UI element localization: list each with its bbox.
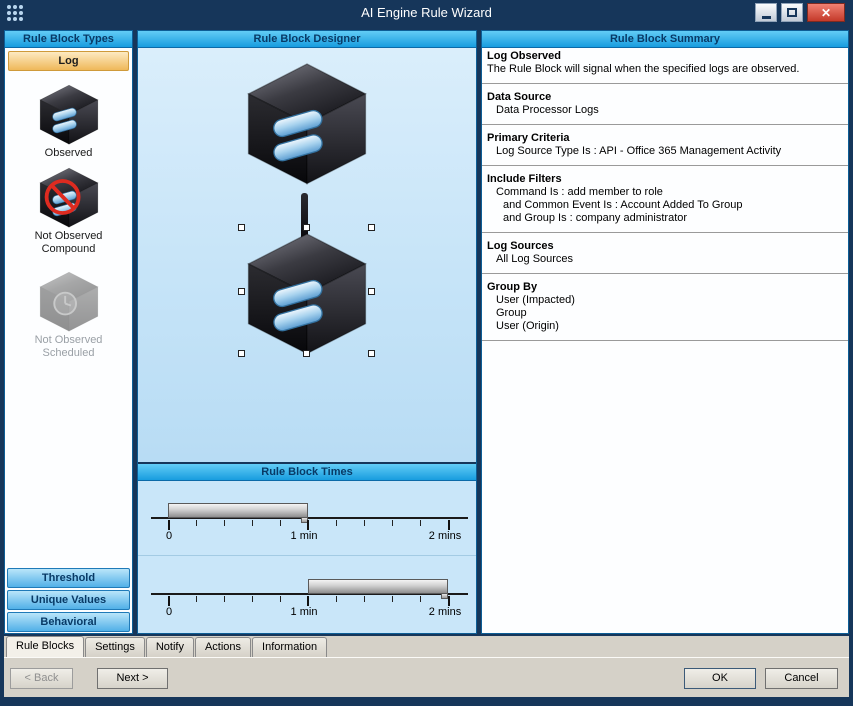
not-observed-compound-icon [37, 166, 101, 228]
rule-block-types-header: Rule Block Types [5, 31, 132, 48]
section-line: Data Processor Logs [482, 104, 848, 117]
selection-handle[interactable] [368, 288, 375, 295]
tick-label: 1 min [291, 606, 318, 618]
close-icon: ✕ [821, 6, 831, 20]
section-line: and Common Event Is : Account Added To G… [482, 199, 848, 212]
tab-notify[interactable]: Notify [146, 637, 194, 657]
slider-divider [138, 555, 476, 556]
rule-block-cube[interactable] [242, 60, 372, 185]
selection-handle[interactable] [368, 350, 375, 357]
selection-handle[interactable] [303, 350, 310, 357]
threshold-button[interactable]: Threshold [7, 568, 130, 588]
tab-underline [4, 657, 849, 658]
selection-handle[interactable] [303, 224, 310, 231]
selected-rule-block-cube[interactable] [242, 230, 372, 355]
tick-major [448, 596, 450, 606]
type-label: Not Observed Scheduled [26, 334, 112, 360]
back-button[interactable]: < Back [10, 668, 73, 689]
section-line: The Rule Block will signal when the spec… [482, 63, 848, 76]
tick-major [448, 520, 450, 530]
tick-label: 0 [166, 606, 172, 618]
section-divider [482, 273, 848, 274]
section-line: and Group Is : company administrator [482, 212, 848, 225]
section-divider [482, 83, 848, 84]
section-line: User (Impacted) [482, 294, 848, 307]
minimize-button[interactable] [755, 3, 777, 22]
observed-cube-icon [37, 83, 101, 145]
minimize-icon [762, 16, 771, 19]
section-divider [482, 340, 848, 341]
rule-block-times-header: Rule Block Times [138, 464, 476, 481]
section-title: Log Sources [482, 240, 848, 253]
type-label: Observed [26, 147, 112, 160]
footer: Rule Blocks Settings Notify Actions Info… [4, 636, 849, 697]
section-divider [482, 232, 848, 233]
rule-block-summary-header: Rule Block Summary [482, 31, 848, 48]
tick-marks [168, 520, 450, 526]
tick-marks [168, 596, 450, 602]
unique-values-button[interactable]: Unique Values [7, 590, 130, 610]
ai-engine-rule-wizard-window: AI Engine Rule Wizard ✕ Rule Block Types… [0, 0, 853, 706]
tab-settings[interactable]: Settings [85, 637, 145, 657]
rule-block-summary-body: Log Observed The Rule Block will signal … [482, 48, 848, 341]
maximize-icon [787, 8, 797, 17]
type-item-not-observed-compound[interactable]: Not Observed Compound [5, 166, 132, 256]
section-line: All Log Sources [482, 253, 848, 266]
behavioral-button[interactable]: Behavioral [7, 612, 130, 632]
selection-handle[interactable] [238, 224, 245, 231]
tab-actions[interactable]: Actions [195, 637, 251, 657]
tick-label: 1 min [291, 530, 318, 542]
section-divider [482, 124, 848, 125]
tick-label: 2 mins [429, 606, 461, 618]
designer-canvas[interactable] [138, 48, 476, 462]
rule-block-designer-panel: Rule Block Designer [137, 30, 477, 634]
section-title: Group By [482, 281, 848, 294]
tick-major [307, 596, 309, 606]
cancel-button[interactable]: Cancel [765, 668, 838, 689]
tick-major [168, 596, 170, 606]
ok-button[interactable]: OK [684, 668, 756, 689]
type-item-observed[interactable]: Observed [5, 83, 132, 160]
rule-block-summary-panel: Rule Block Summary Log Observed The Rule… [481, 30, 849, 634]
log-type-button[interactable]: Log [8, 51, 129, 71]
section-title: Primary Criteria [482, 132, 848, 145]
tick-major [168, 520, 170, 530]
rule-block-times-panel: 0 1 min 2 mins 0 1 min 2 mins [138, 481, 476, 633]
type-label: Not Observed Compound [26, 230, 112, 256]
tab-rule-blocks[interactable]: Rule Blocks [6, 636, 84, 657]
titlebar[interactable]: AI Engine Rule Wizard ✕ [0, 0, 853, 26]
next-button[interactable]: Next > [97, 668, 168, 689]
tick-label: 0 [166, 530, 172, 542]
section-line: User (Origin) [482, 320, 848, 333]
selection-handle[interactable] [238, 288, 245, 295]
window-title: AI Engine Rule Wizard [0, 5, 853, 20]
window-controls: ✕ [755, 3, 845, 22]
time-slider-range-bar[interactable] [308, 579, 448, 594]
tab-information[interactable]: Information [252, 637, 327, 657]
close-button[interactable]: ✕ [807, 3, 845, 22]
selection-handle[interactable] [238, 350, 245, 357]
section-line: Group [482, 307, 848, 320]
section-line: Command Is : add member to role [482, 186, 848, 199]
section-divider [482, 165, 848, 166]
tick-major [307, 520, 309, 530]
section-title: Include Filters [482, 173, 848, 186]
maximize-button[interactable] [781, 3, 803, 22]
selection-handle[interactable] [368, 224, 375, 231]
tick-label: 2 mins [429, 530, 461, 542]
time-slider-range-bar[interactable] [168, 503, 308, 518]
section-title: Log Observed [482, 50, 848, 63]
type-item-not-observed-scheduled: Not Observed Scheduled [5, 270, 132, 360]
rule-block-types-panel: Rule Block Types Log Observed [4, 30, 133, 634]
section-line: Log Source Type Is : API - Office 365 Ma… [482, 145, 848, 158]
not-observed-scheduled-icon [37, 270, 101, 332]
rule-block-designer-header: Rule Block Designer [138, 31, 476, 48]
tab-strip: Rule Blocks Settings Notify Actions Info… [6, 636, 328, 657]
section-title: Data Source [482, 91, 848, 104]
